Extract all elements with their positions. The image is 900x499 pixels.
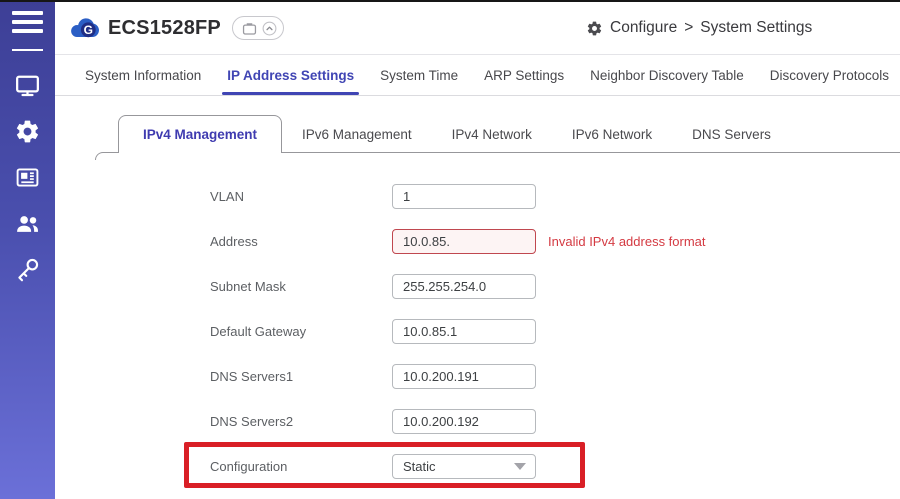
menu-icon[interactable] [0, 0, 55, 54]
tab-system-time[interactable]: System Time [367, 55, 471, 95]
breadcrumb-separator: > [684, 19, 693, 37]
dns-server2-input[interactable] [392, 409, 536, 434]
breadcrumb: Configure > System Settings [586, 2, 812, 54]
default-gateway-label: Default Gateway [210, 324, 392, 339]
monitor-icon[interactable] [14, 72, 41, 99]
configuration-select-value: Static [403, 459, 436, 474]
dns-server2-row: DNS Servers2 [55, 399, 900, 444]
subtab-ipv4-management[interactable]: IPv4 Management [118, 115, 282, 153]
secondary-tab-bar: IPv4 Management IPv6 Management IPv4 Net… [55, 115, 900, 153]
subtab-ipv6-management[interactable]: IPv6 Management [282, 115, 432, 153]
news-icon[interactable] [14, 164, 41, 191]
sidebar [0, 0, 55, 499]
address-input[interactable] [392, 229, 536, 254]
breadcrumb-page: System Settings [700, 19, 812, 37]
subtab-ipv4-network[interactable]: IPv4 Network [432, 115, 552, 153]
vlan-input[interactable] [392, 184, 536, 209]
svg-text:G: G [84, 23, 93, 37]
default-gateway-input[interactable] [392, 319, 536, 344]
ipv4-management-form: VLAN Address Invalid IPv4 address format… [55, 174, 900, 489]
dns-server1-row: DNS Servers1 [55, 354, 900, 399]
chevron-up-icon [262, 21, 277, 36]
configuration-select[interactable]: Static [392, 454, 536, 479]
vlan-row: VLAN [55, 174, 900, 219]
tab-ip-address-settings[interactable]: IP Address Settings [214, 55, 367, 95]
sidebar-nav [0, 72, 55, 283]
window-top-border [0, 0, 900, 2]
default-gateway-row: Default Gateway [55, 309, 900, 354]
configuration-row: Configuration Static [55, 444, 900, 489]
address-row: Address Invalid IPv4 address format [55, 219, 900, 264]
tab-arp-settings[interactable]: ARP Settings [471, 55, 577, 95]
dns-server2-label: DNS Servers2 [210, 414, 392, 429]
subnet-mask-input[interactable] [392, 274, 536, 299]
dns-server1-label: DNS Servers1 [210, 369, 392, 384]
key-icon[interactable] [14, 256, 41, 283]
vlan-label: VLAN [210, 189, 392, 204]
device-icon [241, 20, 258, 37]
configuration-label: Configuration [210, 459, 392, 474]
address-label: Address [210, 234, 392, 249]
sidebar-divider [12, 49, 43, 51]
subtab-baseline-hook [95, 152, 104, 160]
header: G ECS1528FP Configure > System Settings [55, 2, 900, 55]
subtab-ipv6-network[interactable]: IPv6 Network [552, 115, 672, 153]
breadcrumb-section[interactable]: Configure [610, 19, 677, 37]
subtab-dns-servers[interactable]: DNS Servers [672, 115, 791, 153]
subnet-mask-label: Subnet Mask [210, 279, 392, 294]
gear-icon[interactable] [14, 118, 41, 145]
tab-discovery-protocols[interactable]: Discovery Protocols [757, 55, 900, 95]
subnet-mask-row: Subnet Mask [55, 264, 900, 309]
chevron-down-icon [514, 463, 526, 470]
tab-system-information[interactable]: System Information [72, 55, 214, 95]
users-icon[interactable] [14, 210, 41, 237]
primary-tab-bar: System Information IP Address Settings S… [55, 55, 900, 96]
device-selector-badge[interactable] [232, 16, 284, 40]
page-title: ECS1528FP [108, 17, 221, 40]
dns-server1-input[interactable] [392, 364, 536, 389]
address-error-message: Invalid IPv4 address format [548, 234, 706, 249]
tab-neighbor-discovery-table[interactable]: Neighbor Discovery Table [577, 55, 757, 95]
gear-icon [586, 20, 603, 37]
cloud-logo-icon: G [68, 15, 100, 41]
